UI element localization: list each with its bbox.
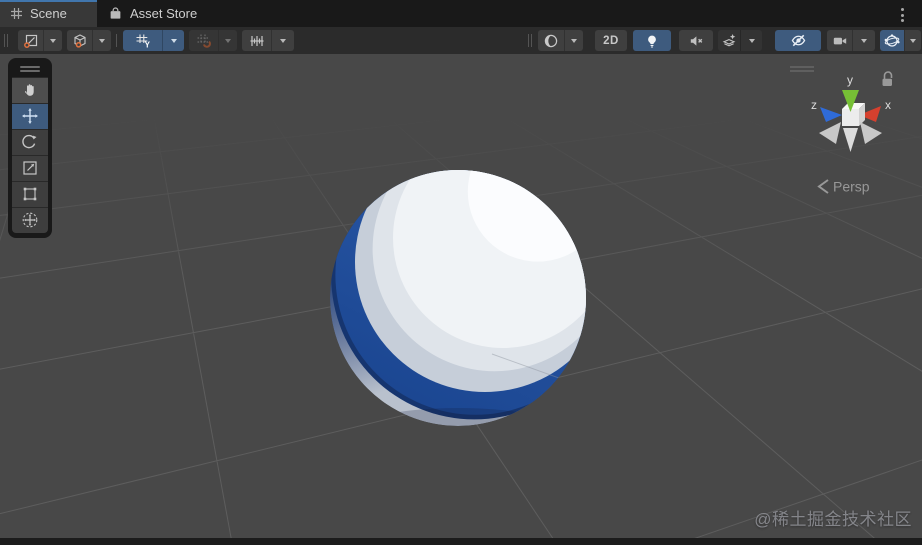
chevron-down-icon [225, 38, 232, 43]
palette-drag-handle[interactable] [20, 66, 40, 72]
handle-rotation-dropdown[interactable] [92, 30, 111, 51]
grid-visibility-button[interactable]: Y [123, 30, 184, 51]
chevron-left-icon [817, 179, 829, 194]
scene-gizmos-button[interactable] [880, 30, 921, 51]
tool-handle-rotation-button[interactable] [67, 30, 111, 51]
scale-tool-button[interactable] [12, 154, 48, 181]
scene-viewport[interactable]: y z x Persp @稀土掘金技术社区 [0, 54, 922, 538]
effects-star-icon [718, 30, 740, 51]
rotate-tool-button[interactable] [12, 128, 48, 155]
combined-transform-icon [22, 212, 38, 228]
draw-mode-dropdown[interactable] [564, 30, 583, 51]
tab-scene-label: Scene [30, 6, 67, 21]
grid-snapping-dropdown[interactable] [218, 30, 237, 51]
negative-axis-cone[interactable] [860, 122, 882, 144]
handle-position-icon [18, 30, 43, 51]
chevron-down-icon [99, 38, 106, 43]
tab-asset-store-label: Asset Store [130, 6, 198, 21]
camera-dropdown[interactable] [852, 30, 875, 51]
y-axis-label: y [847, 73, 853, 87]
padlock-open-icon[interactable] [882, 71, 893, 86]
scene-gizmos-dropdown[interactable] [904, 30, 921, 51]
rect-tool-button[interactable] [12, 180, 48, 207]
grid-visibility-dropdown[interactable] [162, 30, 184, 51]
tab-bar: Scene Asset Store [0, 0, 922, 27]
rect-corners-icon [23, 187, 37, 201]
tool-handle-position-button[interactable] [18, 30, 62, 51]
audio-muted-icon [690, 35, 703, 46]
snap-increment-dropdown[interactable] [271, 30, 294, 51]
grid-snapping-button[interactable] [189, 30, 237, 51]
chevron-down-icon [861, 38, 868, 43]
scene-toolbar: Y 2D [0, 27, 922, 54]
rotate-circle-arrow-icon [22, 134, 37, 149]
grid-axis-label: Y [144, 40, 150, 48]
scene-lighting-button[interactable] [633, 30, 671, 51]
handle-rotation-cube-icon [67, 30, 92, 51]
sphere-bottom-shade [346, 408, 570, 426]
toolbar-drag-handle[interactable] [7, 34, 8, 47]
toolbar-separator [116, 34, 117, 47]
tab-asset-store[interactable]: Asset Store [97, 0, 197, 27]
chevron-down-icon [571, 38, 578, 43]
grid-axis-icon: Y [123, 30, 162, 51]
tools-overlay-palette [8, 58, 52, 238]
watermark: @稀土掘金技术社区 [754, 510, 912, 529]
scene-visibility-button[interactable] [775, 30, 821, 51]
scene-audio-button[interactable] [679, 30, 713, 51]
scene-camera-button[interactable] [827, 30, 875, 51]
chevron-down-icon [170, 38, 177, 43]
bulb-icon [648, 35, 656, 47]
unity-scene-view-window: Scene Asset Store Y 2D y z x Persp @稀土掘金… [0, 0, 922, 545]
scene-effects-button[interactable] [718, 30, 762, 51]
shaded-sphere-icon [538, 30, 564, 51]
view-hand-tool-button[interactable] [12, 76, 48, 103]
ruler-icon [242, 30, 271, 51]
chevron-down-icon [50, 38, 57, 43]
snap-magnet-icon [189, 30, 218, 51]
move-tool-button[interactable] [12, 102, 48, 129]
chevron-down-icon [910, 38, 917, 43]
snap-increment-button[interactable] [242, 30, 294, 51]
chevron-down-icon [280, 38, 287, 43]
projection-toggle[interactable]: Persp [817, 179, 870, 195]
chevron-down-icon [748, 38, 755, 43]
z-axis-label: z [811, 98, 817, 112]
toolbar-drag-handle[interactable] [4, 34, 5, 47]
toggle-2d-label: 2D [603, 34, 619, 47]
scene-grid-icon [11, 8, 22, 19]
toggle-2d-button[interactable]: 2D [595, 30, 627, 51]
hand-icon [24, 84, 34, 96]
effects-dropdown[interactable] [740, 30, 762, 51]
sphere-object[interactable] [318, 158, 598, 438]
negative-axis-cone[interactable] [819, 122, 841, 144]
tab-scene[interactable]: Scene [0, 0, 97, 27]
move-arrows-icon [22, 108, 38, 124]
kebab-menu-icon[interactable] [899, 6, 906, 24]
scale-square-arrow-icon [23, 161, 37, 175]
camera-icon [827, 30, 852, 51]
z-axis-cone[interactable] [820, 107, 842, 122]
draw-mode-button[interactable] [538, 30, 583, 51]
handle-position-dropdown[interactable] [43, 30, 62, 51]
eye-hidden-icon [791, 34, 805, 47]
orbit-gizmo-icon [880, 30, 905, 51]
shopping-bag-icon [110, 7, 121, 19]
toolbar-drag-handle[interactable] [531, 34, 532, 47]
transform-tool-button[interactable] [12, 206, 48, 233]
orientation-gizmo[interactable]: y z x Persp [800, 60, 922, 200]
negative-axis-cone[interactable] [843, 128, 858, 152]
x-axis-label: x [885, 98, 891, 112]
projection-label: Persp [833, 179, 870, 195]
window-bottom-edge [0, 538, 922, 545]
toolbar-drag-handle[interactable] [528, 34, 529, 47]
